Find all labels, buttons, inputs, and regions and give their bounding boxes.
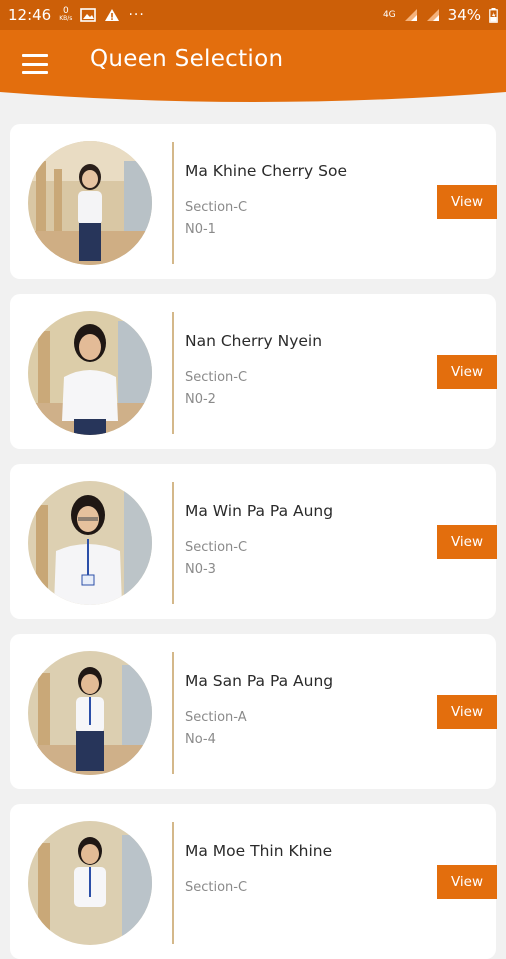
candidate-name: Ma Win Pa Pa Aung <box>185 502 334 520</box>
candidate-photo <box>28 141 152 265</box>
status-time: 12:46 <box>8 6 52 24</box>
network-type: 4G <box>382 10 396 20</box>
status-bar: 12:46 0 KB/s ··· 4G 34% <box>0 0 506 30</box>
view-button[interactable]: View <box>437 355 497 389</box>
warning-icon <box>104 8 120 22</box>
candidate-name: Ma Khine Cherry Soe <box>185 162 347 180</box>
candidate-section: Section-C <box>185 200 248 215</box>
page-title: Queen Selection <box>90 46 284 72</box>
candidate-card[interactable]: Nan Cherry Nyein Section-C N0-2 View <box>10 294 497 449</box>
card-divider <box>172 822 174 944</box>
candidate-photo <box>28 311 152 435</box>
candidate-number: N0-3 <box>185 562 216 577</box>
candidate-section: Section-C <box>185 880 248 895</box>
network-label: 4G <box>382 10 396 20</box>
gallery-icon <box>80 8 97 22</box>
data-speed-value: 0 <box>62 6 69 16</box>
signal-icon <box>404 8 418 22</box>
view-button[interactable]: View <box>437 865 497 899</box>
card-divider <box>172 652 174 774</box>
candidate-card[interactable]: Ma Khine Cherry Soe Section-C N0-1 View <box>10 124 497 279</box>
candidate-section: Section-A <box>185 710 247 725</box>
card-divider <box>172 312 174 434</box>
data-speed-indicator: 0 KB/s <box>59 7 72 23</box>
candidate-photo <box>28 481 152 605</box>
candidate-number: N0-1 <box>185 222 216 237</box>
card-divider <box>172 482 174 604</box>
candidate-card[interactable]: Ma Win Pa Pa Aung Section-C N0-3 View <box>10 464 497 619</box>
view-button[interactable]: View <box>437 185 497 219</box>
candidate-card[interactable]: Ma San Pa Pa Aung Section-A No-4 View <box>10 634 497 789</box>
candidate-name: Ma San Pa Pa Aung <box>185 672 334 690</box>
data-speed-unit: KB/s <box>59 15 73 22</box>
battery-charging-icon <box>489 7 498 23</box>
more-notifications-icon: ··· <box>128 7 145 23</box>
candidate-number: N0-2 <box>185 392 216 407</box>
view-button[interactable]: View <box>437 525 497 559</box>
candidate-card[interactable]: Ma Moe Thin Khine Section-C View <box>10 804 497 959</box>
candidate-photo <box>28 651 152 775</box>
signal-icon-2 <box>426 8 440 22</box>
candidate-section: Section-C <box>185 370 248 385</box>
card-divider <box>172 142 174 264</box>
candidate-section: Section-C <box>185 540 248 555</box>
candidate-photo <box>28 821 152 945</box>
battery-level: 34% <box>447 6 481 24</box>
view-button[interactable]: View <box>437 695 497 729</box>
candidate-name: Ma Moe Thin Khine <box>185 842 333 860</box>
menu-icon[interactable] <box>22 54 48 74</box>
candidate-number: No-4 <box>185 732 216 747</box>
candidate-name: Nan Cherry Nyein <box>185 332 323 350</box>
app-bar: Queen Selection <box>0 30 506 105</box>
